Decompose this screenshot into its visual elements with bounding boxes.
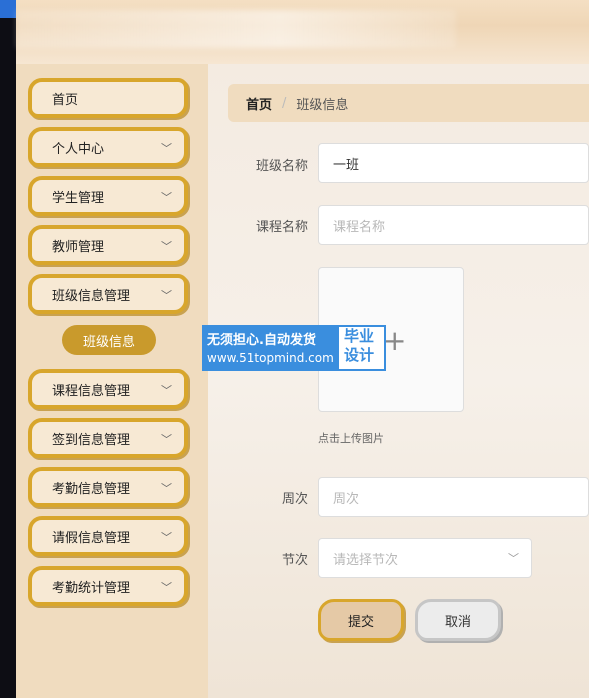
sidebar-item-student-management[interactable]: 学生管理 ﹀ [28,176,188,216]
chevron-down-icon: ﹀ [161,289,172,302]
sidebar-item-label: 课程信息管理 [52,383,131,399]
sidebar-item-label: 学生管理 [52,190,105,206]
sidebar-item-leave-management[interactable]: 请假信息管理 ﹀ [28,516,188,556]
chevron-down-icon: ﹀ [161,384,172,397]
sidebar-item-label: 考勤信息管理 [52,481,131,497]
sidebar-item-class-info-management[interactable]: 班级信息管理 ﹀ [28,274,188,314]
section-select[interactable]: 请选择节次 ﹀ [318,538,532,578]
sidebar-item-label: 班级信息管理 [52,288,131,304]
sidebar-item-home[interactable]: 首页 [28,78,188,118]
sidebar-item-label: 首页 [52,92,79,108]
sidebar-item-personal-center[interactable]: 个人中心 ﹀ [28,127,188,167]
upload-hint: 点击上传图片 [318,432,384,445]
sidebar-subitem-class-info[interactable]: 班级信息 [62,325,156,355]
chevron-down-icon: ﹀ [161,433,172,446]
watermark-badge-line2: 设计 [344,346,375,364]
sidebar-item-label: 考勤统计管理 [52,580,131,596]
sidebar-item-label: 个人中心 [52,141,105,157]
sidebar-item-attendance-stats[interactable]: 考勤统计管理 ﹀ [28,566,188,606]
breadcrumb: 首页 / 班级信息 [228,84,589,122]
chevron-down-icon: ﹀ [161,240,172,253]
chevron-down-icon: ﹀ [161,531,172,544]
plus-icon: + [383,324,407,357]
watermark-url: www.51topmind.com [207,351,334,365]
cancel-button[interactable]: 取消 [415,599,501,641]
breadcrumb-separator: / [282,95,287,111]
section-select-value: 请选择节次 [333,552,399,568]
section-label: 节次 [281,553,308,568]
class-name-label: 班级名称 [255,159,308,174]
week-label: 周次 [281,492,308,507]
week-input[interactable]: 周次 [318,477,589,517]
sidebar-item-course-info-management[interactable]: 课程信息管理 ﹀ [28,369,188,409]
course-name-label: 课程名称 [255,220,308,235]
submit-button[interactable]: 提交 [318,599,404,641]
chevron-down-icon: ﹀ [161,142,172,155]
sidebar-item-checkin-management[interactable]: 签到信息管理 ﹀ [28,418,188,458]
chevron-down-icon: ﹀ [161,482,172,495]
sidebar-item-teacher-management[interactable]: 教师管理 ﹀ [28,225,188,265]
breadcrumb-current: 班级信息 [296,97,349,113]
sidebar-item-label: 教师管理 [52,239,105,255]
breadcrumb-home[interactable]: 首页 [246,94,272,113]
main-content: 首页 / 班级信息 班级名称 一班 课程名称 课程名称 + 点击上传图片 周次 … [208,64,589,698]
course-name-input[interactable]: 课程名称 [318,205,589,245]
watermark-badge-line1: 毕业 [344,327,375,345]
watermark-banner: 无须担心.自动发货 www.51topmind.com 毕业 设计 [202,325,386,371]
watermark-line1: 无须担心.自动发货 [207,333,316,348]
window-edge [0,0,16,698]
chevron-down-icon: ﹀ [161,191,172,204]
class-name-input[interactable]: 一班 [318,143,589,183]
sidebar: 首页 个人中心 ﹀ 学生管理 ﹀ 教师管理 ﹀ 班级信息管理 ﹀ 班级信息 课程信息管理… [16,64,208,698]
chevron-down-icon: ﹀ [508,552,519,565]
header-banner [16,10,456,48]
sidebar-item-label: 请假信息管理 [52,530,131,546]
sidebar-item-label: 签到信息管理 [52,432,131,448]
watermark-badge: 毕业 设计 [339,327,384,369]
window-edge-accent [0,0,16,18]
sidebar-item-attendance-management[interactable]: 考勤信息管理 ﹀ [28,467,188,507]
chevron-down-icon: ﹀ [161,581,172,594]
top-header [16,0,589,64]
